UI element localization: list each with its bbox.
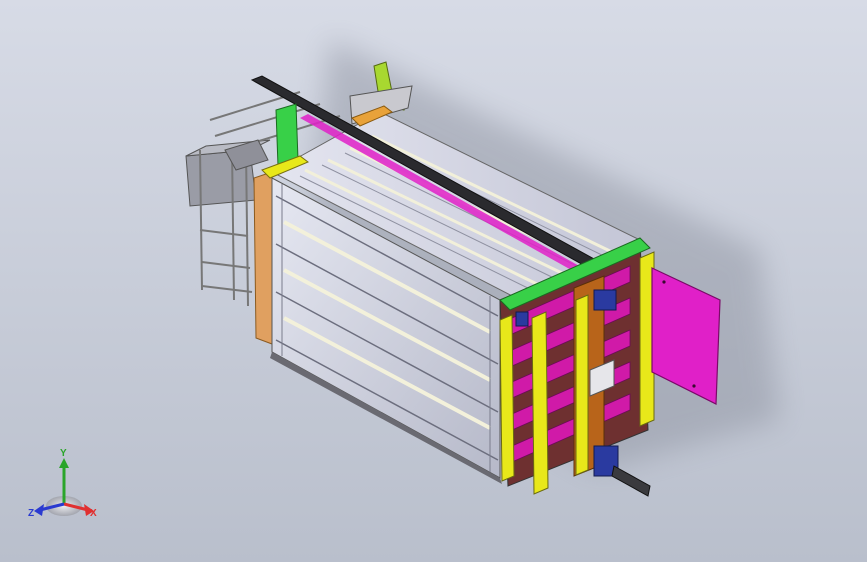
axis-x-label: X	[90, 508, 97, 519]
cad-assembly-model[interactable]	[0, 0, 867, 562]
axis-y-arrow	[59, 458, 69, 468]
green-post	[275, 103, 299, 167]
motor-small[interactable]	[515, 311, 529, 327]
door-hole-bottom	[692, 384, 696, 388]
left-end-plate	[253, 171, 273, 345]
motor-upper[interactable]	[593, 289, 617, 311]
cad-viewport[interactable]: Y X Z	[0, 0, 867, 562]
door-hole-top	[662, 280, 666, 284]
coordinate-triad: Y X Z	[28, 448, 97, 519]
axis-z-label: Z	[28, 508, 34, 519]
drive-shaft	[611, 465, 651, 497]
axis-z-arrow	[34, 504, 44, 516]
axis-y-label: Y	[60, 448, 67, 459]
